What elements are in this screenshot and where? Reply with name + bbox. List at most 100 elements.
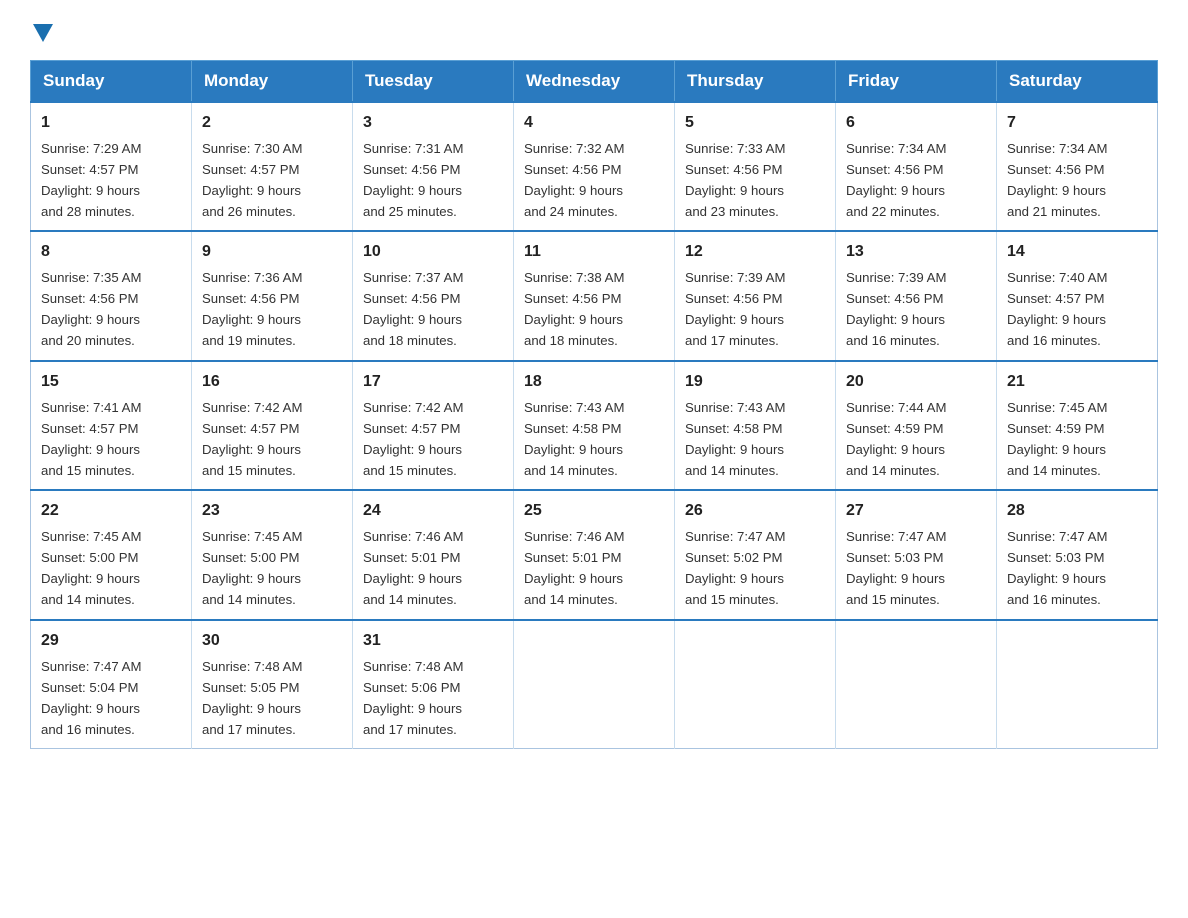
day-number: 30 bbox=[202, 629, 342, 654]
calendar-cell: 3 Sunrise: 7:31 AMSunset: 4:56 PMDayligh… bbox=[353, 102, 514, 231]
day-number: 17 bbox=[363, 370, 503, 395]
calendar-cell: 12 Sunrise: 7:39 AMSunset: 4:56 PMDaylig… bbox=[675, 231, 836, 360]
day-number: 1 bbox=[41, 111, 181, 136]
calendar-cell bbox=[997, 620, 1158, 749]
day-number: 29 bbox=[41, 629, 181, 654]
calendar-cell: 15 Sunrise: 7:41 AMSunset: 4:57 PMDaylig… bbox=[31, 361, 192, 490]
day-info: Sunrise: 7:31 AMSunset: 4:56 PMDaylight:… bbox=[363, 141, 463, 219]
day-number: 6 bbox=[846, 111, 986, 136]
day-number: 25 bbox=[524, 499, 664, 524]
weekday-header-wednesday: Wednesday bbox=[514, 61, 675, 103]
calendar-cell: 24 Sunrise: 7:46 AMSunset: 5:01 PMDaylig… bbox=[353, 490, 514, 619]
day-number: 9 bbox=[202, 240, 342, 265]
day-number: 2 bbox=[202, 111, 342, 136]
calendar-cell bbox=[836, 620, 997, 749]
day-info: Sunrise: 7:34 AMSunset: 4:56 PMDaylight:… bbox=[1007, 141, 1107, 219]
calendar-cell: 14 Sunrise: 7:40 AMSunset: 4:57 PMDaylig… bbox=[997, 231, 1158, 360]
day-info: Sunrise: 7:41 AMSunset: 4:57 PMDaylight:… bbox=[41, 400, 141, 478]
weekday-header-friday: Friday bbox=[836, 61, 997, 103]
day-number: 8 bbox=[41, 240, 181, 265]
day-info: Sunrise: 7:42 AMSunset: 4:57 PMDaylight:… bbox=[363, 400, 463, 478]
calendar-cell: 26 Sunrise: 7:47 AMSunset: 5:02 PMDaylig… bbox=[675, 490, 836, 619]
day-info: Sunrise: 7:43 AMSunset: 4:58 PMDaylight:… bbox=[524, 400, 624, 478]
day-number: 3 bbox=[363, 111, 503, 136]
calendar-cell bbox=[514, 620, 675, 749]
day-number: 5 bbox=[685, 111, 825, 136]
calendar-cell: 23 Sunrise: 7:45 AMSunset: 5:00 PMDaylig… bbox=[192, 490, 353, 619]
day-number: 26 bbox=[685, 499, 825, 524]
calendar-cell: 18 Sunrise: 7:43 AMSunset: 4:58 PMDaylig… bbox=[514, 361, 675, 490]
calendar-header-row: SundayMondayTuesdayWednesdayThursdayFrid… bbox=[31, 61, 1158, 103]
calendar-cell: 25 Sunrise: 7:46 AMSunset: 5:01 PMDaylig… bbox=[514, 490, 675, 619]
calendar-cell: 4 Sunrise: 7:32 AMSunset: 4:56 PMDayligh… bbox=[514, 102, 675, 231]
day-info: Sunrise: 7:47 AMSunset: 5:04 PMDaylight:… bbox=[41, 659, 141, 737]
day-info: Sunrise: 7:44 AMSunset: 4:59 PMDaylight:… bbox=[846, 400, 946, 478]
day-info: Sunrise: 7:36 AMSunset: 4:56 PMDaylight:… bbox=[202, 270, 302, 348]
calendar-week-5: 29 Sunrise: 7:47 AMSunset: 5:04 PMDaylig… bbox=[31, 620, 1158, 749]
calendar-week-3: 15 Sunrise: 7:41 AMSunset: 4:57 PMDaylig… bbox=[31, 361, 1158, 490]
day-number: 4 bbox=[524, 111, 664, 136]
day-info: Sunrise: 7:37 AMSunset: 4:56 PMDaylight:… bbox=[363, 270, 463, 348]
day-number: 14 bbox=[1007, 240, 1147, 265]
calendar-cell: 13 Sunrise: 7:39 AMSunset: 4:56 PMDaylig… bbox=[836, 231, 997, 360]
logo-triangle-icon bbox=[33, 24, 53, 42]
calendar-cell: 31 Sunrise: 7:48 AMSunset: 5:06 PMDaylig… bbox=[353, 620, 514, 749]
calendar-cell: 9 Sunrise: 7:36 AMSunset: 4:56 PMDayligh… bbox=[192, 231, 353, 360]
weekday-header-sunday: Sunday bbox=[31, 61, 192, 103]
day-number: 11 bbox=[524, 240, 664, 265]
calendar-cell: 22 Sunrise: 7:45 AMSunset: 5:00 PMDaylig… bbox=[31, 490, 192, 619]
calendar-cell: 17 Sunrise: 7:42 AMSunset: 4:57 PMDaylig… bbox=[353, 361, 514, 490]
calendar-cell: 10 Sunrise: 7:37 AMSunset: 4:56 PMDaylig… bbox=[353, 231, 514, 360]
day-info: Sunrise: 7:42 AMSunset: 4:57 PMDaylight:… bbox=[202, 400, 302, 478]
day-number: 20 bbox=[846, 370, 986, 395]
day-info: Sunrise: 7:34 AMSunset: 4:56 PMDaylight:… bbox=[846, 141, 946, 219]
calendar-table: SundayMondayTuesdayWednesdayThursdayFrid… bbox=[30, 60, 1158, 749]
calendar-cell: 16 Sunrise: 7:42 AMSunset: 4:57 PMDaylig… bbox=[192, 361, 353, 490]
weekday-header-monday: Monday bbox=[192, 61, 353, 103]
calendar-week-2: 8 Sunrise: 7:35 AMSunset: 4:56 PMDayligh… bbox=[31, 231, 1158, 360]
day-number: 23 bbox=[202, 499, 342, 524]
weekday-header-saturday: Saturday bbox=[997, 61, 1158, 103]
calendar-cell: 1 Sunrise: 7:29 AMSunset: 4:57 PMDayligh… bbox=[31, 102, 192, 231]
day-info: Sunrise: 7:39 AMSunset: 4:56 PMDaylight:… bbox=[846, 270, 946, 348]
day-info: Sunrise: 7:48 AMSunset: 5:05 PMDaylight:… bbox=[202, 659, 302, 737]
day-info: Sunrise: 7:46 AMSunset: 5:01 PMDaylight:… bbox=[363, 529, 463, 607]
day-info: Sunrise: 7:33 AMSunset: 4:56 PMDaylight:… bbox=[685, 141, 785, 219]
weekday-header-thursday: Thursday bbox=[675, 61, 836, 103]
calendar-week-4: 22 Sunrise: 7:45 AMSunset: 5:00 PMDaylig… bbox=[31, 490, 1158, 619]
day-info: Sunrise: 7:46 AMSunset: 5:01 PMDaylight:… bbox=[524, 529, 624, 607]
calendar-cell: 5 Sunrise: 7:33 AMSunset: 4:56 PMDayligh… bbox=[675, 102, 836, 231]
day-number: 19 bbox=[685, 370, 825, 395]
calendar-cell: 19 Sunrise: 7:43 AMSunset: 4:58 PMDaylig… bbox=[675, 361, 836, 490]
day-number: 13 bbox=[846, 240, 986, 265]
day-info: Sunrise: 7:30 AMSunset: 4:57 PMDaylight:… bbox=[202, 141, 302, 219]
calendar-week-1: 1 Sunrise: 7:29 AMSunset: 4:57 PMDayligh… bbox=[31, 102, 1158, 231]
calendar-cell: 2 Sunrise: 7:30 AMSunset: 4:57 PMDayligh… bbox=[192, 102, 353, 231]
day-number: 31 bbox=[363, 629, 503, 654]
calendar-cell: 7 Sunrise: 7:34 AMSunset: 4:56 PMDayligh… bbox=[997, 102, 1158, 231]
day-info: Sunrise: 7:45 AMSunset: 5:00 PMDaylight:… bbox=[202, 529, 302, 607]
calendar-cell: 6 Sunrise: 7:34 AMSunset: 4:56 PMDayligh… bbox=[836, 102, 997, 231]
day-number: 18 bbox=[524, 370, 664, 395]
day-info: Sunrise: 7:43 AMSunset: 4:58 PMDaylight:… bbox=[685, 400, 785, 478]
day-info: Sunrise: 7:47 AMSunset: 5:03 PMDaylight:… bbox=[1007, 529, 1107, 607]
calendar-cell: 30 Sunrise: 7:48 AMSunset: 5:05 PMDaylig… bbox=[192, 620, 353, 749]
day-info: Sunrise: 7:40 AMSunset: 4:57 PMDaylight:… bbox=[1007, 270, 1107, 348]
calendar-cell: 28 Sunrise: 7:47 AMSunset: 5:03 PMDaylig… bbox=[997, 490, 1158, 619]
day-number: 27 bbox=[846, 499, 986, 524]
day-info: Sunrise: 7:45 AMSunset: 5:00 PMDaylight:… bbox=[41, 529, 141, 607]
page-header bbox=[30, 20, 1158, 42]
day-number: 22 bbox=[41, 499, 181, 524]
day-number: 21 bbox=[1007, 370, 1147, 395]
day-number: 12 bbox=[685, 240, 825, 265]
day-info: Sunrise: 7:39 AMSunset: 4:56 PMDaylight:… bbox=[685, 270, 785, 348]
day-info: Sunrise: 7:38 AMSunset: 4:56 PMDaylight:… bbox=[524, 270, 624, 348]
day-number: 16 bbox=[202, 370, 342, 395]
day-number: 10 bbox=[363, 240, 503, 265]
day-info: Sunrise: 7:35 AMSunset: 4:56 PMDaylight:… bbox=[41, 270, 141, 348]
day-number: 24 bbox=[363, 499, 503, 524]
day-info: Sunrise: 7:47 AMSunset: 5:02 PMDaylight:… bbox=[685, 529, 785, 607]
day-number: 7 bbox=[1007, 111, 1147, 136]
day-info: Sunrise: 7:45 AMSunset: 4:59 PMDaylight:… bbox=[1007, 400, 1107, 478]
day-number: 28 bbox=[1007, 499, 1147, 524]
